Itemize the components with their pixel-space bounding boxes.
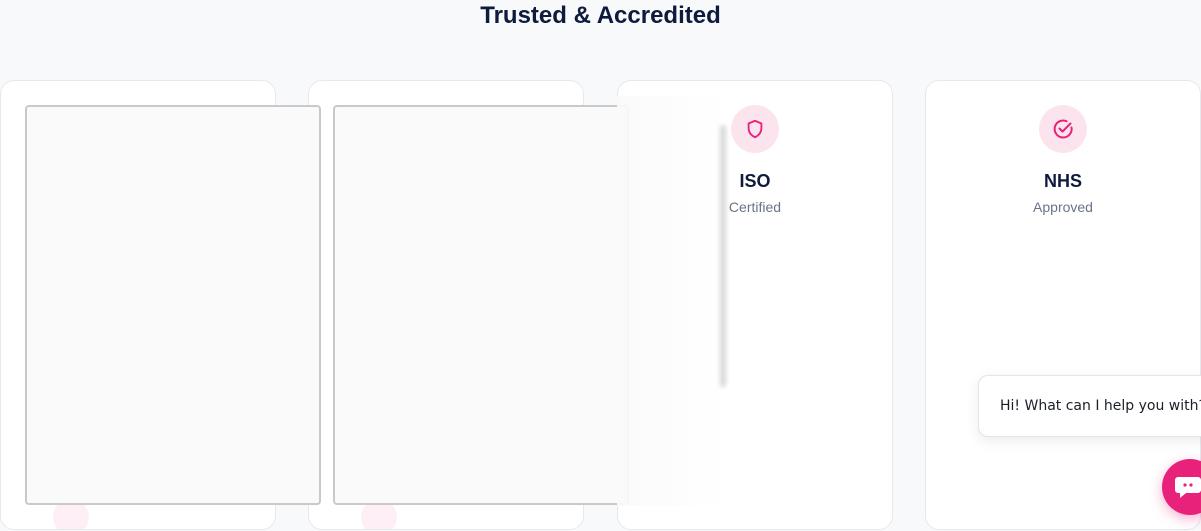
blank-popup-frame[interactable] [333,105,629,505]
popup-fade [617,96,729,506]
card-title: NHS [1043,171,1082,191]
chat-greeting-bubble[interactable]: Hi! What can I help you with? [978,375,1201,437]
card-subtitle: Approved [1033,199,1093,215]
check-circle-icon [1053,119,1073,139]
shield-icon [747,119,763,139]
popup-shadow [719,125,727,387]
card-icon-circle [731,105,779,153]
card-icon-circle [1039,105,1087,153]
chat-icon [1175,477,1201,498]
section-title: Trusted & Accredited [480,2,721,29]
blank-popup-frame[interactable] [25,105,321,505]
accreditation-card-nhs: NHS Approved [925,80,1201,530]
chat-greeting-text: Hi! What can I help you with? [1000,398,1201,414]
